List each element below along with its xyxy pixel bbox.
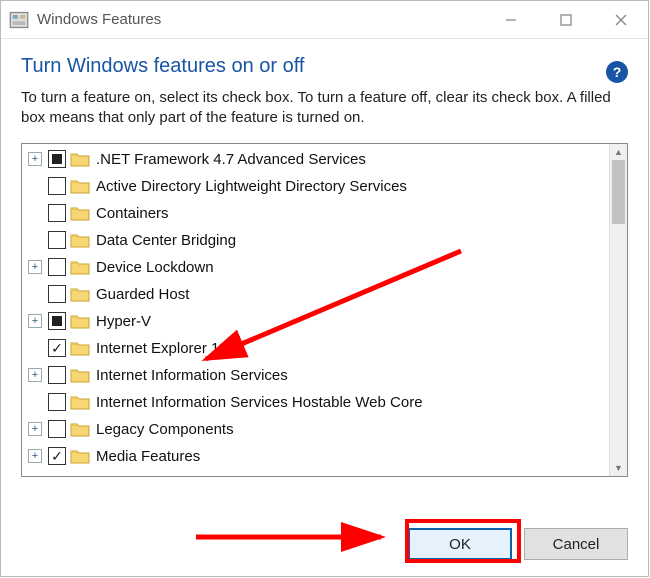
feature-label: Data Center Bridging (96, 232, 236, 249)
feature-checkbox[interactable] (48, 312, 66, 330)
titlebar: Windows Features (1, 1, 648, 39)
expand-icon[interactable]: + (28, 449, 42, 463)
folder-icon (70, 340, 90, 356)
feature-item[interactable]: + Media Features (22, 443, 609, 470)
folder-icon (70, 448, 90, 464)
feature-checkbox[interactable] (48, 177, 66, 195)
feature-label: .NET Framework 4.7 Advanced Services (96, 151, 366, 168)
folder-icon (70, 259, 90, 275)
feature-item[interactable]: + Hyper-V (22, 308, 609, 335)
app-icon (9, 10, 29, 30)
feature-item[interactable]: + Legacy Components (22, 416, 609, 443)
feature-label: Active Directory Lightweight Directory S… (96, 178, 407, 195)
expand-icon[interactable]: + (28, 260, 42, 274)
folder-icon (70, 367, 90, 383)
folder-icon (70, 205, 90, 221)
feature-item[interactable]: + Internet Information Services (22, 362, 609, 389)
feature-label: Legacy Components (96, 421, 234, 438)
feature-label: Containers (96, 205, 169, 222)
feature-item[interactable]: Internet Information Services Hostable W… (22, 389, 609, 416)
window-title: Windows Features (37, 11, 483, 28)
expand-icon[interactable]: + (28, 152, 42, 166)
cancel-button[interactable]: Cancel (524, 528, 628, 560)
feature-item[interactable]: Active Directory Lightweight Directory S… (22, 173, 609, 200)
feature-label: Hyper-V (96, 313, 151, 330)
expand-icon[interactable]: + (28, 368, 42, 382)
minimize-button[interactable] (483, 1, 538, 39)
feature-item[interactable]: Internet Explorer 11 (22, 335, 609, 362)
description-text: To turn a feature on, select its check b… (21, 88, 628, 129)
feature-item[interactable]: Containers (22, 200, 609, 227)
close-button[interactable] (593, 1, 648, 39)
feature-checkbox[interactable] (48, 285, 66, 303)
feature-label: Internet Explorer 11 (96, 340, 227, 357)
folder-icon (70, 421, 90, 437)
feature-item[interactable]: Guarded Host (22, 281, 609, 308)
ok-button[interactable]: OK (408, 528, 512, 560)
feature-checkbox[interactable] (48, 150, 66, 168)
feature-checkbox[interactable] (48, 258, 66, 276)
feature-label: Internet Information Services Hostable W… (96, 394, 423, 411)
scrollbar-vertical[interactable]: ▲ ▼ (609, 144, 627, 476)
expand-icon[interactable]: + (28, 314, 42, 328)
feature-checkbox[interactable] (48, 204, 66, 222)
folder-icon (70, 232, 90, 248)
annotation-arrow-2 (191, 517, 411, 557)
feature-checkbox[interactable] (48, 420, 66, 438)
scrollbar-thumb[interactable] (612, 160, 625, 224)
feature-item[interactable]: Data Center Bridging (22, 227, 609, 254)
folder-icon (70, 394, 90, 410)
folder-icon (70, 286, 90, 302)
feature-checkbox[interactable] (48, 366, 66, 384)
scroll-up-arrow-icon[interactable]: ▲ (610, 144, 627, 160)
folder-icon (70, 151, 90, 167)
maximize-button[interactable] (538, 1, 593, 39)
features-treeview[interactable]: + .NET Framework 4.7 Advanced Services Act… (21, 143, 628, 477)
feature-label: Internet Information Services (96, 367, 288, 384)
feature-label: Guarded Host (96, 286, 189, 303)
feature-checkbox[interactable] (48, 231, 66, 249)
feature-item[interactable]: + Device Lockdown (22, 254, 609, 281)
feature-item[interactable]: + .NET Framework 4.7 Advanced Services (22, 146, 609, 173)
feature-checkbox[interactable] (48, 339, 66, 357)
help-icon[interactable]: ? (606, 61, 628, 83)
windows-features-dialog: Windows Features Turn Windows features o… (0, 0, 649, 577)
expand-icon[interactable]: + (28, 422, 42, 436)
scroll-down-arrow-icon[interactable]: ▼ (610, 460, 627, 476)
folder-icon (70, 313, 90, 329)
feature-checkbox[interactable] (48, 447, 66, 465)
feature-checkbox[interactable] (48, 393, 66, 411)
feature-label: Device Lockdown (96, 259, 214, 276)
folder-icon (70, 178, 90, 194)
feature-label: Media Features (96, 448, 200, 465)
page-heading: Turn Windows features on or off (21, 55, 304, 78)
